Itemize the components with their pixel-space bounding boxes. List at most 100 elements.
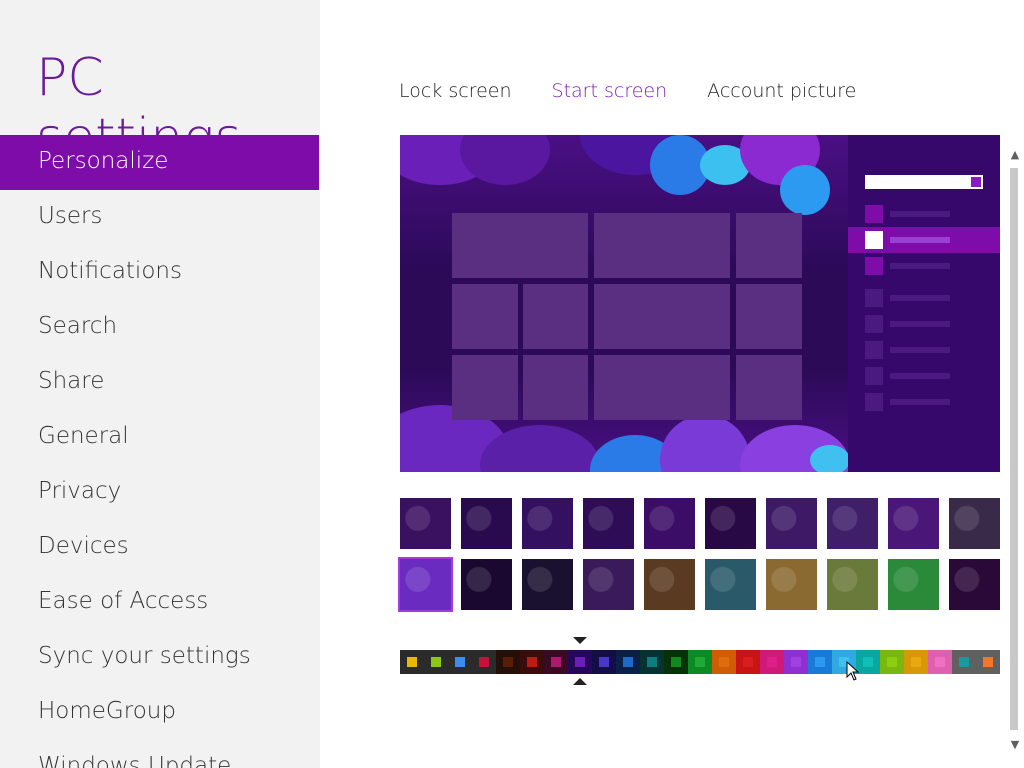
nav-item-sync-your-settings[interactable]: Sync your settings <box>0 630 319 685</box>
preview-tile <box>594 284 730 349</box>
scroll-up-arrow-icon[interactable]: ▲ <box>1008 148 1022 162</box>
background-thumbnail[interactable] <box>827 559 878 610</box>
color-swatch[interactable] <box>664 650 688 674</box>
nav-item-search[interactable]: Search <box>0 300 319 355</box>
nav-item-ease-of-access[interactable]: Ease of Access <box>0 575 319 630</box>
background-thumbnail[interactable] <box>644 498 695 549</box>
color-swatch-dot <box>671 657 681 667</box>
palette-selector-bottom-arrow[interactable] <box>573 678 587 685</box>
background-thumbnail[interactable] <box>766 559 817 610</box>
palette-selector-top-arrow[interactable] <box>573 637 587 644</box>
color-swatch[interactable] <box>808 650 832 674</box>
color-swatch-dot <box>935 657 945 667</box>
preview-tile <box>594 213 730 278</box>
color-swatch[interactable] <box>880 650 904 674</box>
nav-item-personalize[interactable]: Personalize <box>0 135 319 190</box>
preview-tile <box>736 355 802 420</box>
color-swatch[interactable] <box>784 650 808 674</box>
preview-line <box>890 295 950 301</box>
background-thumbnail[interactable] <box>644 559 695 610</box>
color-swatch-dot <box>767 657 777 667</box>
background-thumbnail[interactable] <box>522 498 573 549</box>
background-thumbnail[interactable] <box>705 498 756 549</box>
nav-item-notifications[interactable]: Notifications <box>0 245 319 300</box>
nav-item-users[interactable]: Users <box>0 190 319 245</box>
background-thumbnail[interactable] <box>766 498 817 549</box>
color-swatch[interactable] <box>616 650 640 674</box>
background-thumbnail[interactable] <box>522 559 573 610</box>
color-swatch[interactable] <box>544 650 568 674</box>
color-swatch-dot <box>815 657 825 667</box>
color-swatch-dot <box>863 657 873 667</box>
background-thumbnail[interactable] <box>461 498 512 549</box>
preview-settings-pane <box>848 135 1000 472</box>
tab-lock-screen[interactable]: Lock screen <box>399 80 512 102</box>
preview-slider-knob <box>971 177 981 187</box>
background-thumbnail[interactable] <box>949 498 1000 549</box>
color-swatch-dot <box>623 657 633 667</box>
color-swatch[interactable] <box>496 650 520 674</box>
preview-line <box>890 263 950 269</box>
color-swatch[interactable] <box>976 650 1000 674</box>
preview-tile <box>736 213 802 278</box>
preview-swatch <box>865 231 883 249</box>
vertical-scrollbar[interactable]: ▲ ▼ <box>1006 148 1024 756</box>
background-thumbnail[interactable] <box>398 557 453 612</box>
nav-item-windows-update[interactable]: Windows Update <box>0 740 319 768</box>
color-swatch[interactable] <box>952 650 976 674</box>
nav-list: Personalize Users Notifications Search S… <box>0 135 319 768</box>
color-swatch-dot <box>983 657 993 667</box>
preview-swatch <box>865 257 883 275</box>
color-swatch[interactable] <box>712 650 736 674</box>
tab-account-picture[interactable]: Account picture <box>707 80 856 102</box>
color-swatch[interactable] <box>904 650 928 674</box>
background-thumbnail[interactable] <box>949 559 1000 610</box>
color-swatch-dot <box>527 657 537 667</box>
color-swatch-dot <box>503 657 513 667</box>
background-thumbnail[interactable] <box>888 498 939 549</box>
preview-swatch <box>865 393 883 411</box>
color-swatch[interactable] <box>424 650 448 674</box>
color-swatch[interactable] <box>640 650 664 674</box>
nav-item-share[interactable]: Share <box>0 355 319 410</box>
color-swatch-dot <box>407 657 417 667</box>
color-swatch-dot <box>575 657 585 667</box>
color-swatch[interactable] <box>928 650 952 674</box>
nav-item-privacy[interactable]: Privacy <box>0 465 319 520</box>
nav-pane: PC settings Personalize Users Notificati… <box>0 0 320 768</box>
preview-line <box>890 211 950 217</box>
color-swatch[interactable] <box>760 650 784 674</box>
color-swatch[interactable] <box>520 650 544 674</box>
tab-start-screen[interactable]: Start screen <box>552 80 668 102</box>
color-swatch[interactable] <box>736 650 760 674</box>
nav-item-homegroup[interactable]: HomeGroup <box>0 685 319 740</box>
preview-start-area <box>400 135 850 472</box>
color-swatch-dot <box>719 657 729 667</box>
nav-item-devices[interactable]: Devices <box>0 520 319 575</box>
background-thumbnail[interactable] <box>583 559 634 610</box>
color-swatch[interactable] <box>568 650 592 674</box>
background-thumbnail[interactable] <box>583 498 634 549</box>
preview-tile <box>452 213 588 278</box>
preview-swatch <box>865 289 883 307</box>
preview-decoration <box>810 445 850 472</box>
background-thumbnail[interactable] <box>888 559 939 610</box>
color-swatch[interactable] <box>688 650 712 674</box>
preview-line <box>890 347 950 353</box>
color-swatch[interactable] <box>400 650 424 674</box>
preview-tile <box>523 355 588 420</box>
scrollbar-thumb[interactable] <box>1010 168 1018 730</box>
background-thumbnail[interactable] <box>827 498 878 549</box>
color-swatch-dot <box>599 657 609 667</box>
background-thumbnail[interactable] <box>461 559 512 610</box>
preview-swatch <box>865 205 883 223</box>
background-thumbnail[interactable] <box>400 498 451 549</box>
color-swatch[interactable] <box>592 650 616 674</box>
color-swatch-dot <box>743 657 753 667</box>
nav-item-general[interactable]: General <box>0 410 319 465</box>
color-swatch[interactable] <box>472 650 496 674</box>
background-thumbnail[interactable] <box>705 559 756 610</box>
color-swatch[interactable] <box>448 650 472 674</box>
scroll-down-arrow-icon[interactable]: ▼ <box>1008 738 1022 752</box>
preview-decoration <box>780 165 830 215</box>
